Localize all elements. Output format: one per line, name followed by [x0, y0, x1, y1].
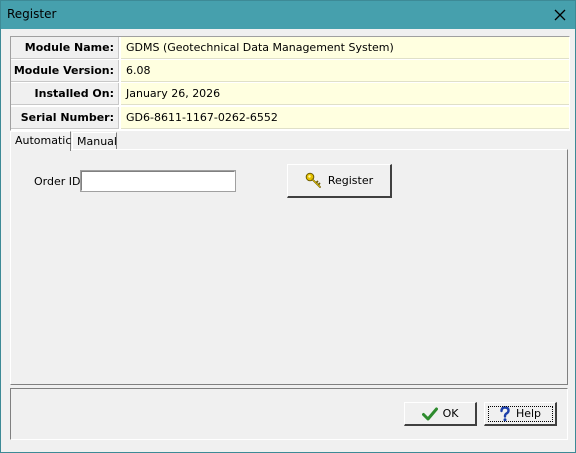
- ok-button[interactable]: OK: [404, 402, 477, 426]
- help-button-label: Help: [515, 407, 542, 420]
- serial-number-label: Serial Number:: [11, 107, 119, 129]
- key-icon: [305, 172, 321, 188]
- module-version-row: Module Version: 6.08: [11, 60, 569, 82]
- help-button[interactable]: Help: [484, 402, 557, 426]
- window-title: Register: [7, 7, 57, 21]
- register-button-label: Register: [327, 174, 374, 187]
- serial-number-row: Serial Number: GD6-8611-1167-0262-6552: [11, 107, 569, 129]
- question-mark-icon: [500, 405, 510, 421]
- serial-number-value: GD6-8611-1167-0262-6552: [121, 107, 569, 129]
- title-bar: Register: [1, 1, 575, 29]
- installed-on-row: Installed On: January 26, 2026: [11, 83, 569, 105]
- order-id-input[interactable]: [80, 170, 236, 192]
- tab-manual[interactable]: Manual: [72, 132, 117, 150]
- close-icon: [554, 9, 566, 21]
- module-name-label: Module Name:: [11, 37, 119, 59]
- ok-button-label: OK: [442, 407, 459, 420]
- close-button[interactable]: [545, 1, 575, 29]
- register-dialog: Register Module Name: GDMS (Geotechnical…: [0, 0, 576, 453]
- module-name-value: GDMS (Geotechnical Data Management Syste…: [121, 37, 569, 59]
- module-version-label: Module Version:: [11, 60, 119, 82]
- tab-automatic[interactable]: Automatic: [10, 131, 71, 151]
- register-button[interactable]: Register: [287, 164, 392, 198]
- module-info-table: Module Name: GDMS (Geotechnical Data Man…: [10, 36, 570, 131]
- installed-on-value: January 26, 2026: [121, 83, 569, 105]
- order-id-label: Order ID:: [34, 175, 85, 188]
- module-version-value: 6.08: [121, 60, 569, 82]
- module-name-row: Module Name: GDMS (Geotechnical Data Man…: [11, 37, 569, 59]
- checkmark-icon: [421, 407, 438, 420]
- installed-on-label: Installed On:: [11, 83, 119, 105]
